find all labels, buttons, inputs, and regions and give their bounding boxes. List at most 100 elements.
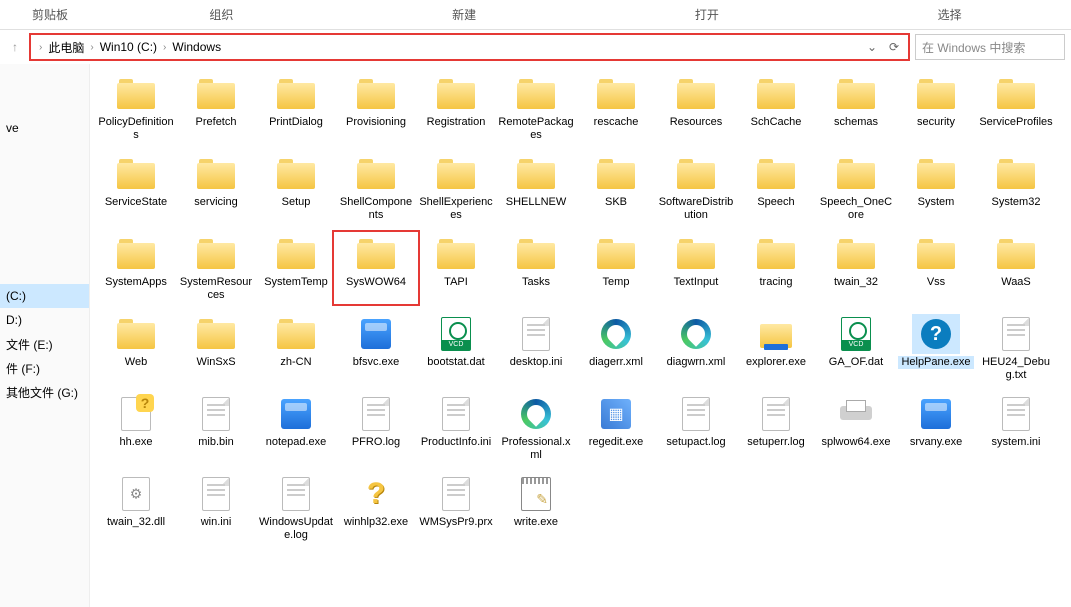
file-item[interactable]: PolicyDefinitions <box>96 74 176 142</box>
sidebar-item[interactable] <box>0 212 89 236</box>
file-item[interactable]: setupact.log <box>656 394 736 462</box>
file-item[interactable]: Vss <box>896 234 976 302</box>
file-item[interactable]: schemas <box>816 74 896 142</box>
file-item[interactable]: tracing <box>736 234 816 302</box>
sidebar-item[interactable] <box>0 260 89 284</box>
sidebar-item[interactable]: 件 (F:) <box>0 356 89 380</box>
sidebar-item[interactable] <box>0 164 89 188</box>
file-item[interactable]: PrintDialog <box>256 74 336 142</box>
folder-icon <box>672 154 720 194</box>
file-item[interactable]: SKB <box>576 154 656 222</box>
file-item[interactable]: TextInput <box>656 234 736 302</box>
file-item[interactable]: ShellComponents <box>336 154 416 222</box>
folder-icon <box>672 74 720 114</box>
file-item[interactable]: Resources <box>656 74 736 142</box>
ribbon-group-select: 选择 <box>828 6 1071 23</box>
file-item[interactable]: desktop.ini <box>496 314 576 382</box>
file-item[interactable]: SystemApps <box>96 234 176 302</box>
file-item[interactable]: PFRO.log <box>336 394 416 462</box>
file-item[interactable]: WMSysPr9.prx <box>416 474 496 542</box>
sidebar-item[interactable]: (C:) <box>0 284 89 308</box>
file-item[interactable]: twain_32 <box>816 234 896 302</box>
address-bar[interactable]: › 此电脑 › Win10 (C:) › Windows ⌄ ⟳ <box>30 34 909 60</box>
file-item[interactable]: System <box>896 154 976 222</box>
file-item[interactable]: Speech <box>736 154 816 222</box>
folder-icon <box>512 74 560 114</box>
file-item[interactable]: system.ini <box>976 394 1056 462</box>
file-label: Registration <box>418 116 494 129</box>
file-item[interactable]: servicing <box>176 154 256 222</box>
sidebar-item[interactable]: 文件 (E:) <box>0 332 89 356</box>
file-item[interactable]: ProductInfo.ini <box>416 394 496 462</box>
history-dropdown-icon[interactable]: ⌄ <box>864 39 880 55</box>
breadcrumb-drive-c[interactable]: Win10 (C:) <box>96 35 161 59</box>
file-item[interactable]: regedit.exe <box>576 394 656 462</box>
file-item[interactable]: explorer.exe <box>736 314 816 382</box>
sidebar-item[interactable]: ve <box>0 116 89 140</box>
sidebar-item[interactable]: 其他文件 (G:) <box>0 380 89 404</box>
file-item[interactable]: rescache <box>576 74 656 142</box>
file-item[interactable]: setuperr.log <box>736 394 816 462</box>
file-item[interactable]: SchCache <box>736 74 816 142</box>
folder-icon <box>752 74 800 114</box>
file-item[interactable]: GA_OF.dat <box>816 314 896 382</box>
file-item[interactable]: Tasks <box>496 234 576 302</box>
file-item[interactable]: Prefetch <box>176 74 256 142</box>
file-item[interactable]: WaaS <box>976 234 1056 302</box>
file-item[interactable]: HEU24_Debug.txt <box>976 314 1056 382</box>
file-item[interactable]: HelpPane.exe <box>896 314 976 382</box>
file-item[interactable]: write.exe <box>496 474 576 542</box>
q-icon <box>352 474 400 514</box>
file-item[interactable]: WindowsUpdate.log <box>256 474 336 542</box>
folder-icon <box>592 74 640 114</box>
breadcrumb-this-pc[interactable]: 此电脑 <box>44 35 88 59</box>
file-item[interactable]: ServiceProfiles <box>976 74 1056 142</box>
file-item[interactable]: System32 <box>976 154 1056 222</box>
file-item[interactable]: winhlp32.exe <box>336 474 416 542</box>
sidebar-item[interactable] <box>0 236 89 260</box>
folder-icon <box>432 154 480 194</box>
file-item[interactable]: SystemResources <box>176 234 256 302</box>
file-item[interactable]: twain_32.dll <box>96 474 176 542</box>
up-button[interactable]: ↑ <box>6 38 24 56</box>
file-item[interactable]: bootstat.dat <box>416 314 496 382</box>
file-item[interactable]: SHELLNEW <box>496 154 576 222</box>
file-item[interactable]: WinSxS <box>176 314 256 382</box>
file-item[interactable]: bfsvc.exe <box>336 314 416 382</box>
file-item[interactable]: ShellExperiences <box>416 154 496 222</box>
sidebar-item[interactable] <box>0 188 89 212</box>
sidebar-item[interactable] <box>0 92 89 116</box>
file-item[interactable]: zh-CN <box>256 314 336 382</box>
file-item[interactable]: Setup <box>256 154 336 222</box>
file-label: rescache <box>578 116 654 129</box>
folder-icon <box>912 154 960 194</box>
file-item[interactable]: SysWOW64 <box>336 234 416 302</box>
file-item[interactable]: ServiceState <box>96 154 176 222</box>
breadcrumb-windows[interactable]: Windows <box>168 35 225 59</box>
file-item[interactable]: diagerr.xml <box>576 314 656 382</box>
file-item[interactable]: Professional.xml <box>496 394 576 462</box>
sidebar-item[interactable] <box>0 140 89 164</box>
file-item[interactable]: Registration <box>416 74 496 142</box>
file-item[interactable]: win.ini <box>176 474 256 542</box>
file-item[interactable]: splwow64.exe <box>816 394 896 462</box>
file-item[interactable]: Provisioning <box>336 74 416 142</box>
file-item[interactable]: Speech_OneCore <box>816 154 896 222</box>
file-item[interactable]: mib.bin <box>176 394 256 462</box>
file-item[interactable]: SoftwareDistribution <box>656 154 736 222</box>
file-item[interactable]: security <box>896 74 976 142</box>
file-item[interactable]: notepad.exe <box>256 394 336 462</box>
file-item[interactable]: TAPI <box>416 234 496 302</box>
file-item[interactable]: Web <box>96 314 176 382</box>
file-item[interactable]: RemotePackages <box>496 74 576 142</box>
file-item[interactable]: hh.exe <box>96 394 176 462</box>
refresh-icon[interactable]: ⟳ <box>886 39 902 55</box>
sidebar-item[interactable]: D:) <box>0 308 89 332</box>
file-item[interactable]: srvany.exe <box>896 394 976 462</box>
file-item[interactable]: SystemTemp <box>256 234 336 302</box>
sidebar-item[interactable] <box>0 68 89 92</box>
file-item[interactable]: diagwrn.xml <box>656 314 736 382</box>
file-item[interactable]: Temp <box>576 234 656 302</box>
file-label: ServiceProfiles <box>978 116 1054 129</box>
search-input[interactable]: 在 Windows 中搜索 <box>915 34 1065 60</box>
